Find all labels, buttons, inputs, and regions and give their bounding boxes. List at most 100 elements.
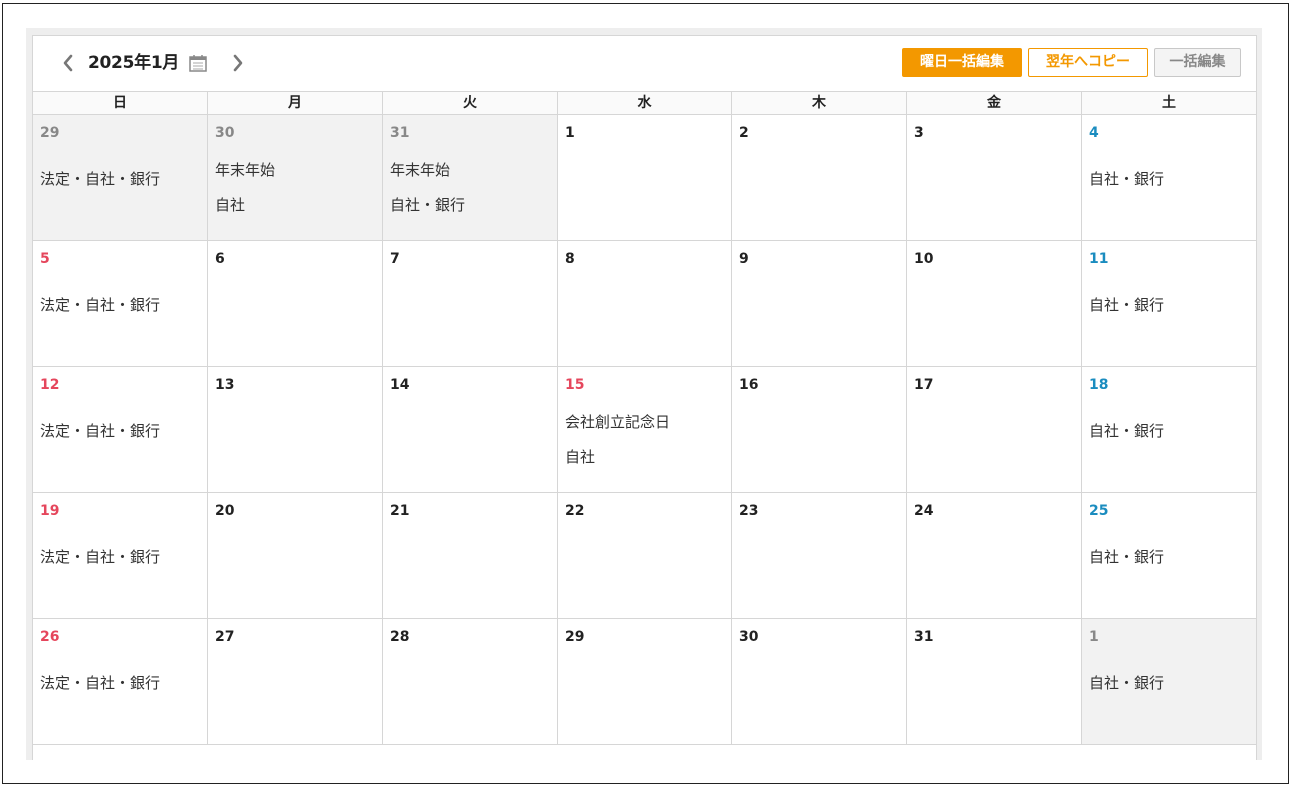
day-cell[interactable]: 1 自社・銀行 [1082, 619, 1256, 744]
day-labels: 法定・自社・銀行 [40, 671, 160, 695]
day-cell[interactable]: 2 [732, 115, 907, 240]
day-label: 自社 [215, 196, 246, 214]
day-number: 19 [40, 503, 60, 519]
calendar-panel: 2025年1月 曜日一括編集 翌年へコピー 一括編集 日月火水木金土 29 法定・… [32, 35, 1257, 760]
day-cell[interactable]: 24 [907, 493, 1082, 618]
day-label: 会社創立記念日 [565, 413, 671, 431]
day-label: 自社 [565, 448, 596, 466]
weekday-header-wed: 水 [558, 92, 732, 114]
day-number: 23 [739, 503, 759, 519]
day-cell[interactable]: 11 自社・銀行 [1082, 241, 1256, 366]
day-label: 自社・銀行 [1089, 296, 1165, 314]
day-number: 14 [390, 377, 410, 393]
day-number: 31 [390, 125, 410, 141]
bulk-edit-button[interactable]: 一括編集 [1154, 48, 1241, 77]
day-cell[interactable]: 27 [208, 619, 383, 744]
day-cell[interactable]: 31 [907, 619, 1082, 744]
prev-month-button[interactable] [57, 50, 79, 76]
day-number: 27 [215, 629, 235, 645]
day-cell[interactable]: 30 [732, 619, 907, 744]
day-labels: 自社・銀行 [1089, 293, 1164, 317]
day-label: 年末年始 [215, 161, 276, 179]
day-cell[interactable]: 5 法定・自社・銀行 [33, 241, 208, 366]
day-number: 16 [739, 377, 759, 393]
day-labels: 年末年始 自社 [215, 153, 275, 223]
day-number: 17 [914, 377, 934, 393]
day-number: 25 [1089, 503, 1109, 519]
day-label: 法定・自社・銀行 [40, 422, 161, 440]
day-cell[interactable]: 9 [732, 241, 907, 366]
day-cell[interactable]: 4 自社・銀行 [1082, 115, 1256, 240]
day-number: 29 [40, 125, 60, 141]
day-number: 26 [40, 629, 60, 645]
day-number: 28 [390, 629, 410, 645]
month-title: 2025年1月 [88, 53, 180, 73]
day-cell[interactable]: 30 年末年始 自社 [208, 115, 383, 240]
day-cell[interactable]: 15 会社創立記念日 自社 [558, 367, 732, 492]
day-cell[interactable]: 29 [558, 619, 732, 744]
day-cell[interactable]: 14 [383, 367, 558, 492]
day-label: 自社・銀行 [390, 196, 466, 214]
day-labels: 自社・銀行 [1089, 545, 1164, 569]
day-cell[interactable]: 29 法定・自社・銀行 [33, 115, 208, 240]
calendar-icon[interactable] [188, 53, 208, 73]
day-cell[interactable]: 25 自社・銀行 [1082, 493, 1256, 618]
day-label: 法定・自社・銀行 [40, 296, 161, 314]
day-cell[interactable]: 10 [907, 241, 1082, 366]
day-label: 法定・自社・銀行 [40, 170, 161, 188]
day-number: 30 [739, 629, 759, 645]
day-number: 11 [1089, 251, 1109, 267]
day-number: 20 [215, 503, 235, 519]
day-cell[interactable]: 20 [208, 493, 383, 618]
weekday-bulk-edit-button[interactable]: 曜日一括編集 [902, 48, 1022, 77]
day-cell[interactable]: 26 法定・自社・銀行 [33, 619, 208, 744]
chevron-left-icon [63, 54, 73, 72]
day-cell[interactable]: 17 [907, 367, 1082, 492]
week-row: 29 法定・自社・銀行 30 年末年始 自社 31 年末年始 自社・銀行 1 2 3 4 自社・銀行 [33, 115, 1256, 241]
calendar-grid: 29 法定・自社・銀行 30 年末年始 自社 31 年末年始 自社・銀行 1 2 3 4 自社・銀行 5 法… [33, 115, 1256, 745]
day-cell[interactable]: 12 法定・自社・銀行 [33, 367, 208, 492]
day-labels: 年末年始 自社・銀行 [390, 153, 465, 223]
day-cell[interactable]: 3 [907, 115, 1082, 240]
day-number: 29 [565, 629, 585, 645]
day-cell[interactable]: 28 [383, 619, 558, 744]
day-labels: 法定・自社・銀行 [40, 545, 160, 569]
day-number: 22 [565, 503, 585, 519]
day-cell[interactable]: 23 [732, 493, 907, 618]
day-label: 法定・自社・銀行 [40, 548, 161, 566]
day-cell[interactable]: 13 [208, 367, 383, 492]
day-labels: 法定・自社・銀行 [40, 419, 160, 443]
weekday-header-thu: 木 [732, 92, 907, 114]
day-number: 2 [739, 125, 749, 141]
day-number: 15 [565, 377, 585, 393]
day-labels: 自社・銀行 [1089, 671, 1164, 695]
day-cell[interactable]: 8 [558, 241, 732, 366]
weekday-header-row: 日月火水木金 土 [33, 91, 1256, 115]
day-cell[interactable]: 31 年末年始 自社・銀行 [383, 115, 558, 240]
day-number: 24 [914, 503, 934, 519]
day-number: 7 [390, 251, 400, 267]
day-cell[interactable]: 6 [208, 241, 383, 366]
day-cell[interactable]: 7 [383, 241, 558, 366]
copy-next-year-button[interactable]: 翌年へコピー [1028, 48, 1148, 77]
day-number: 1 [565, 125, 575, 141]
day-labels: 法定・自社・銀行 [40, 293, 160, 317]
day-cell[interactable]: 22 [558, 493, 732, 618]
weekday-header-fri: 金 [907, 92, 1082, 114]
day-labels: 法定・自社・銀行 [40, 167, 160, 191]
day-number: 13 [215, 377, 235, 393]
day-cell[interactable]: 18 自社・銀行 [1082, 367, 1256, 492]
day-label: 法定・自社・銀行 [40, 674, 161, 692]
day-number: 9 [739, 251, 749, 267]
day-cell[interactable]: 1 [558, 115, 732, 240]
day-number: 5 [40, 251, 50, 267]
day-label: 自社・銀行 [1089, 674, 1165, 692]
week-row: 26 法定・自社・銀行 27 28 29 30 31 1 自社・銀行 [33, 619, 1256, 745]
day-cell[interactable]: 19 法定・自社・銀行 [33, 493, 208, 618]
day-number: 18 [1089, 377, 1109, 393]
day-cell[interactable]: 21 [383, 493, 558, 618]
next-month-button[interactable] [227, 50, 249, 76]
day-cell[interactable]: 16 [732, 367, 907, 492]
day-label: 自社・銀行 [1089, 170, 1165, 188]
weekday-header-tue: 火 [383, 92, 558, 114]
